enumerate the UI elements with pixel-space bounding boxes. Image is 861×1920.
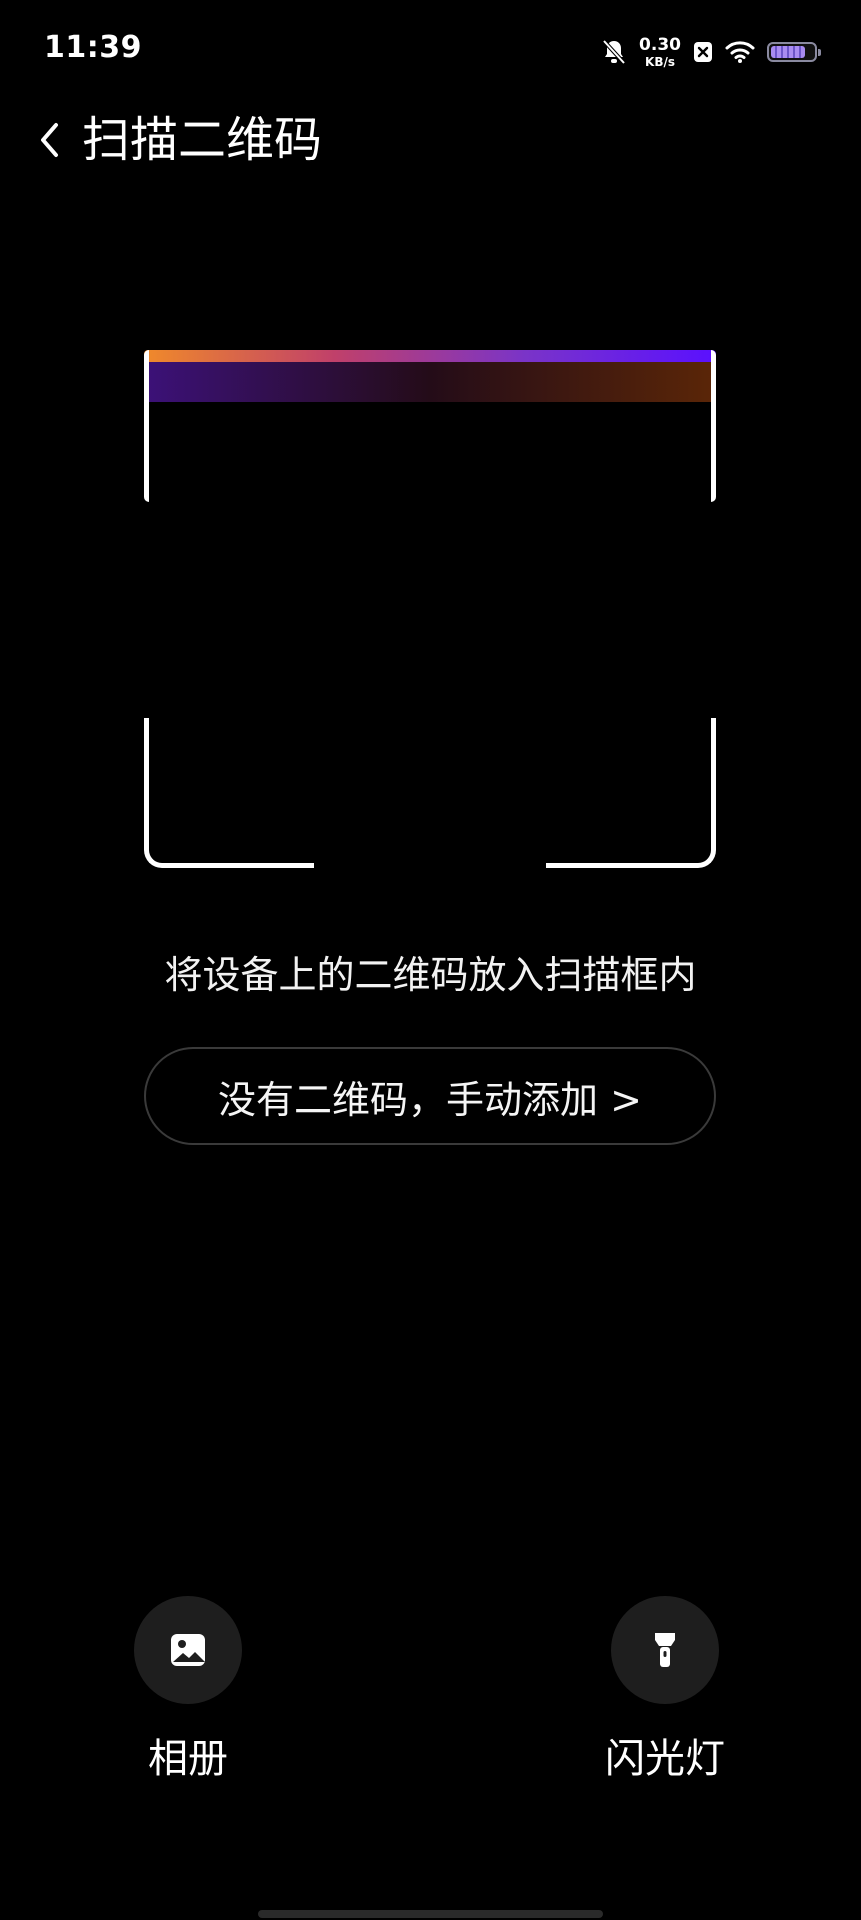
battery-icon [767,42,821,62]
flash-label: 闪光灯 [605,1736,725,1782]
page-title: 扫描二维码 [82,112,323,168]
flash-button-circle[interactable] [611,1596,719,1704]
net-speed-value: 0.30 [639,34,681,55]
battery-fill [771,46,805,58]
header: 扫描二维码 [0,100,861,200]
frame-corner-bottom-left [144,718,314,868]
home-indicator[interactable] [258,1910,603,1918]
frame-corner-bottom-right [546,718,716,868]
status-icons: 0.30 KB/s [601,32,821,72]
album-button[interactable]: 相册 [108,1596,268,1784]
status-time: 11:39 [44,30,142,65]
wifi-icon [725,40,755,64]
manual-add-button[interactable]: 没有二维码，手动添加 > [144,1047,716,1145]
chevron-left-icon [38,121,62,159]
image-icon [169,1632,207,1668]
scan-hint: 将设备上的二维码放入扫描框内 [164,953,697,997]
scan-line [144,350,716,362]
frame-top-right-edge [711,350,716,502]
frame-top-left-edge [144,350,149,502]
net-speed-unit: KB/s [645,54,676,69]
status-bar: 11:39 0.30 KB/s [0,0,861,100]
scan-frame [144,350,716,868]
album-label: 相册 [148,1736,228,1782]
flash-button[interactable]: 闪光灯 [585,1596,745,1784]
flashlight-icon [653,1631,677,1669]
scan-glow [149,362,711,402]
album-button-circle[interactable] [134,1596,242,1704]
back-button[interactable] [30,110,70,170]
net-speed: 0.30 KB/s [639,34,681,69]
close-box-icon [693,41,713,63]
mute-bell-icon [601,38,627,66]
